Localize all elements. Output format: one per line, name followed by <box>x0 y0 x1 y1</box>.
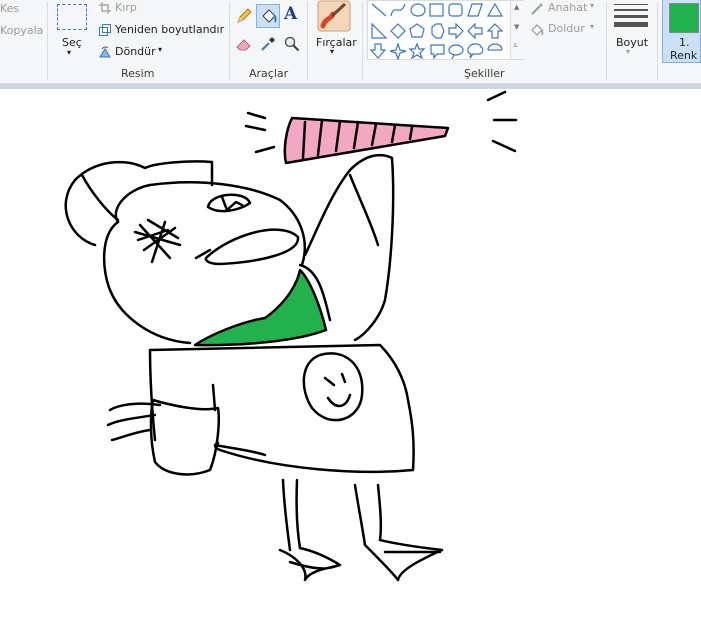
fill-bucket-icon <box>531 24 544 36</box>
group-separator <box>47 2 48 80</box>
image-group-label: Resim <box>121 67 155 80</box>
resize-label: Yeniden boyutlandır <box>115 23 225 36</box>
chevron-down-icon: ▾ <box>590 22 595 31</box>
resize-icon <box>99 24 111 36</box>
text-tool[interactable]: A <box>281 4 303 27</box>
crop-label: Kırp <box>115 1 137 14</box>
rotate-label: Döndür <box>115 45 156 58</box>
eraser-tool[interactable] <box>233 33 255 55</box>
cut-button[interactable]: Kes <box>0 2 19 15</box>
shapes-gallery[interactable]: ▲ ▼ ⩡ <box>367 0 524 60</box>
pencil-tool[interactable] <box>233 5 255 27</box>
rotate-icon <box>99 46 111 58</box>
magnifier-tool[interactable] <box>281 33 303 55</box>
fill-style-label: Doldur <box>548 22 585 35</box>
fill-icon <box>262 9 277 23</box>
gallery-scroll[interactable]: ▲ ▼ ⩡ <box>510 1 524 59</box>
rotate-button[interactable]: Döndür ▾ <box>97 43 172 61</box>
brush-icon <box>317 0 351 32</box>
chevron-down-icon: ▾ <box>330 47 335 56</box>
resize-button[interactable]: Yeniden boyutlandır <box>97 21 227 39</box>
tools-group-label: Araçlar <box>249 67 289 80</box>
group-separator <box>307 2 308 80</box>
group-separator <box>229 2 230 80</box>
brushes-label: Fırçalar <box>316 36 357 49</box>
pencil-icon <box>237 8 252 23</box>
chevron-down-icon: ▾ <box>158 45 163 54</box>
fill-style-button[interactable]: Doldur ▾ <box>529 21 601 39</box>
scroll-down-icon[interactable]: ▼ <box>514 23 519 31</box>
ribbon: Kes Kopyala Seç ▾ Kırp Yeniden boyutland… <box>0 0 701 84</box>
color1-label-line2: Renk <box>670 49 698 62</box>
group-separator <box>657 2 658 80</box>
select-rect-icon <box>57 4 87 30</box>
crop-button[interactable]: Kırp <box>97 0 227 16</box>
color-picker-tool[interactable] <box>257 33 279 55</box>
line-size-icon <box>614 4 648 27</box>
outline-button[interactable]: Anahat ▾ <box>529 0 601 18</box>
copy-button[interactable]: Kopyala <box>0 24 43 37</box>
magnifier-icon <box>284 36 300 52</box>
group-separator <box>362 2 363 80</box>
chevron-down-icon: ▾ <box>626 47 631 56</box>
scroll-up-icon[interactable]: ▲ <box>514 3 519 11</box>
text-icon: A <box>284 4 298 24</box>
expand-gallery-icon[interactable]: ⩡ <box>513 41 518 51</box>
eraser-icon <box>236 39 251 51</box>
shapes-group-label: Şekiller <box>464 67 505 80</box>
color-picker-icon <box>261 37 275 51</box>
drawing-canvas[interactable] <box>0 89 701 633</box>
color1-button[interactable]: 1. Renk <box>662 0 701 63</box>
chevron-down-icon: ▾ <box>67 48 72 57</box>
select-button[interactable]: Seç ▾ <box>52 2 92 62</box>
select-label: Seç <box>62 36 82 49</box>
outline-icon <box>531 3 543 15</box>
group-separator <box>606 2 607 80</box>
shapes-icon-grid <box>370 2 504 60</box>
chevron-down-icon: ▾ <box>590 1 595 10</box>
outline-label: Anahat <box>548 1 588 14</box>
color1-label-line1: 1. <box>679 36 690 49</box>
fill-tool[interactable] <box>256 4 280 28</box>
size-label: Boyut <box>616 36 649 49</box>
crop-icon <box>99 2 111 14</box>
character-drawing <box>64 90 518 582</box>
size-button[interactable]: Boyut ▾ <box>611 0 651 62</box>
brushes-button[interactable]: Fırçalar ▾ <box>311 0 357 62</box>
color1-swatch <box>669 3 699 33</box>
